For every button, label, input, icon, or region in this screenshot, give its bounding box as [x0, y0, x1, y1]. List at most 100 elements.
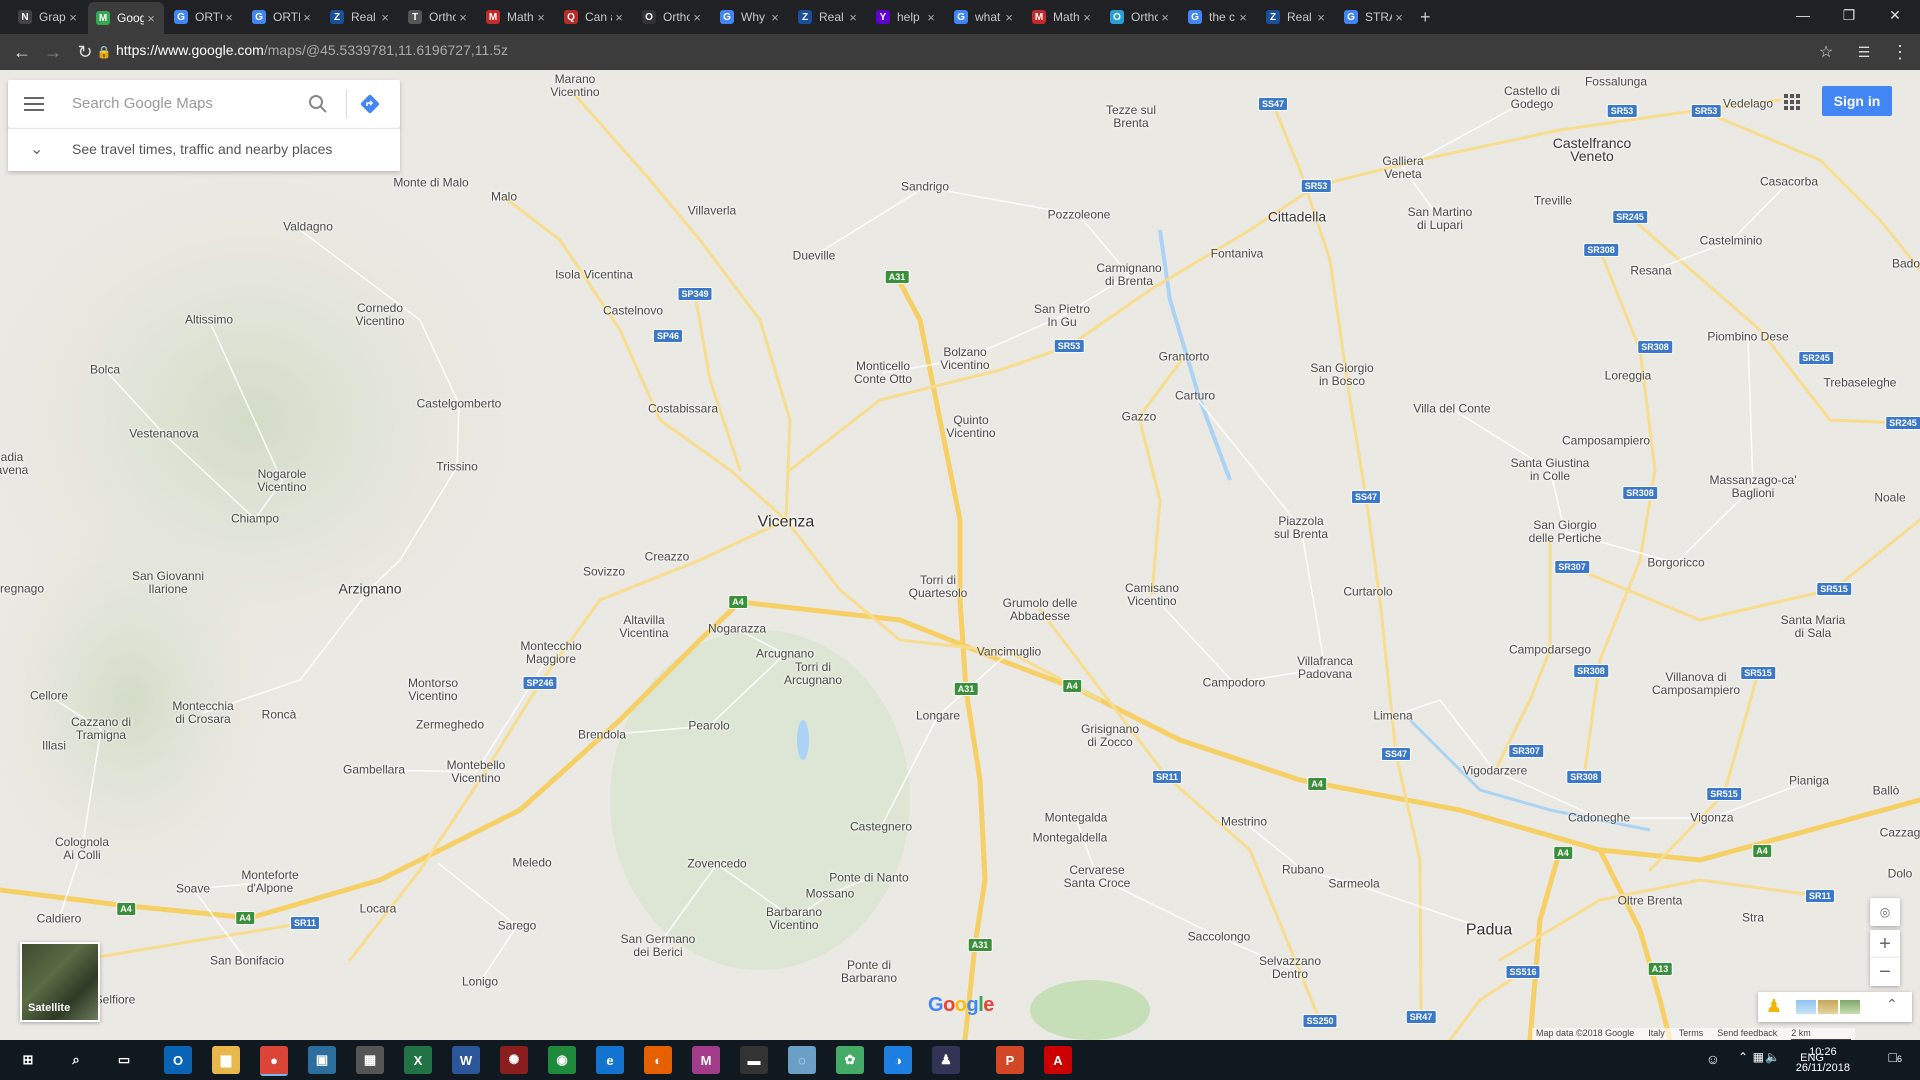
close-tab-icon[interactable]: × — [1002, 10, 1016, 25]
place-label[interactable]: Limena — [1373, 709, 1412, 723]
place-label[interactable]: Creazzo — [645, 550, 690, 564]
place-label[interactable]: Bolca — [90, 363, 120, 377]
browser-tab[interactable]: Q Can a× — [556, 4, 632, 30]
place-label[interactable]: San Giovanni Ilarione — [132, 570, 204, 596]
task-view-icon[interactable]: ▭ — [110, 1046, 138, 1074]
chrome-menu-icon[interactable]: ⋮ — [1888, 40, 1912, 64]
chevron-down-icon[interactable]: ⌄ — [30, 139, 43, 159]
place-label[interactable]: San Bonifacio — [210, 954, 284, 968]
place-label[interactable]: Trissino — [436, 460, 478, 474]
place-label[interactable]: Campodoro — [1203, 676, 1266, 690]
place-label[interactable]: Montegalda — [1045, 811, 1108, 825]
extension-icon[interactable]: ☰ — [1852, 40, 1876, 64]
close-tab-icon[interactable]: × — [690, 10, 704, 25]
place-label[interactable]: Montegaldella — [1033, 831, 1108, 845]
place-label[interactable]: Isola Vicentina — [555, 268, 633, 282]
place-label[interactable]: Vigonza — [1690, 811, 1733, 825]
menu-button[interactable] — [24, 94, 46, 114]
place-label[interactable]: Cervarese Santa Croce — [1064, 864, 1131, 890]
outlook-icon[interactable]: O — [164, 1046, 192, 1074]
place-label[interactable]: Treville — [1534, 194, 1572, 208]
browser-tab[interactable]: G Why × — [712, 4, 788, 30]
zoom-out-button[interactable]: − — [1870, 958, 1900, 986]
place-label[interactable]: Castegnero — [850, 820, 912, 834]
apps-grid-icon[interactable] — [1782, 92, 1802, 112]
place-label[interactable]: Selfiore — [95, 993, 136, 1007]
country-link[interactable]: Italy — [1648, 1028, 1665, 1040]
browser-tab[interactable]: Gwhat × — [946, 4, 1022, 30]
place-label[interactable]: adia avena — [0, 451, 28, 477]
edge-icon[interactable]: e — [596, 1046, 624, 1074]
photo-thumb[interactable] — [1796, 1000, 1816, 1014]
place-label[interactable]: Mossano — [806, 887, 855, 901]
place-label[interactable]: Torri di Quartesolo — [909, 574, 968, 600]
place-label[interactable]: Altissimo — [185, 313, 233, 327]
place-label[interactable]: Zovencedo — [687, 857, 746, 871]
place-label[interactable]: Illasi — [42, 739, 66, 753]
place-label[interactable]: Castelnovo — [603, 304, 663, 318]
close-tab-icon[interactable]: × — [1158, 10, 1172, 25]
map-canvas[interactable]: Marano Vicentino Tezze sul Brenta Castello… — [0, 70, 1920, 1040]
place-label[interactable]: Fontaniva — [1211, 247, 1264, 261]
place-label[interactable]: Montebello Vicentino — [447, 759, 506, 785]
place-label[interactable]: Quinto Vicentino — [946, 414, 995, 440]
place-label[interactable]: San Giorgio delle Pertiche — [1529, 519, 1602, 545]
place-label[interactable]: Galliera Veneta — [1382, 155, 1423, 181]
send-feedback-link[interactable]: Send feedback — [1717, 1028, 1777, 1040]
place-label[interactable]: Marano Vicentino — [550, 73, 599, 99]
browser-tab[interactable]: N Grapl × — [10, 4, 86, 30]
pegman-icon[interactable]: ♟ — [1764, 996, 1784, 1018]
place-label[interactable]: Cornedo Vicentino — [355, 302, 404, 328]
place-label[interactable]: Piazzola sul Brenta — [1274, 515, 1328, 541]
place-label[interactable]: Borgoricco — [1647, 556, 1704, 570]
place-label[interactable]: Caldiero — [37, 912, 82, 926]
place-label[interactable]: San Germano dei Berici — [621, 933, 696, 959]
browser-tab[interactable]: Gthe c × — [1180, 4, 1256, 30]
place-label[interactable]: Grisignano di Zocco — [1081, 723, 1139, 749]
place-label[interactable]: Costabissara — [648, 402, 718, 416]
place-label[interactable]: Altavilla Vicentina — [619, 614, 668, 640]
back-button[interactable]: ← — [10, 40, 34, 64]
place-label[interactable]: Vestenanova — [129, 427, 198, 441]
app-icon[interactable]: ♟ — [932, 1046, 960, 1074]
chevron-up-icon[interactable]: ⌃ — [1886, 996, 1898, 1013]
place-label[interactable]: Dueville — [793, 249, 836, 263]
place-label[interactable]: Castello di Godego — [1504, 85, 1560, 111]
place-label[interactable]: Villanova di Camposampiero — [1652, 671, 1740, 697]
scale-bar[interactable]: 2 km — [1791, 1028, 1851, 1040]
close-tab-icon[interactable]: × — [768, 10, 782, 25]
place-label[interactable]: Castelfranco Veneto — [1553, 136, 1632, 163]
place-label[interactable]: Selvazzano Dentro — [1259, 955, 1321, 981]
place-label[interactable]: Arzignano — [338, 582, 401, 596]
close-tab-icon[interactable]: × — [222, 10, 236, 25]
network-icon[interactable]: ▦ — [1753, 1050, 1764, 1064]
place-label[interactable]: Padua — [1466, 922, 1512, 938]
place-label[interactable]: Santa Giustina in Colle — [1511, 457, 1590, 483]
place-label[interactable]: Stra — [1742, 911, 1764, 925]
chrome-icon[interactable]: ● — [260, 1046, 288, 1076]
place-label[interactable]: Arcugnano — [756, 647, 814, 661]
satellite-toggle[interactable]: Satellite — [20, 942, 100, 1022]
close-tab-icon[interactable]: × — [534, 10, 548, 25]
place-label[interactable]: Camposampiero — [1562, 434, 1650, 448]
place-label[interactable]: Vancimuglio — [977, 645, 1041, 659]
place-label[interactable]: San Giorgio in Bosco — [1310, 362, 1373, 388]
calculator-icon[interactable]: ▦ — [356, 1046, 384, 1074]
place-label[interactable]: San Martino di Lupari — [1408, 206, 1473, 232]
search-input[interactable] — [70, 94, 294, 113]
close-tab-icon[interactable]: × — [846, 10, 860, 25]
place-label[interactable]: Villa del Conte — [1413, 402, 1490, 416]
browser-tab[interactable]: Z Real l× — [1258, 4, 1334, 30]
place-label[interactable]: Montorso Vicentino — [408, 677, 458, 703]
browser-tab[interactable]: Z Real l× — [790, 4, 866, 30]
place-label[interactable]: Ballò — [1873, 784, 1900, 798]
place-label[interactable]: Pozzoleone — [1048, 208, 1111, 222]
place-label[interactable]: Villafranca Padovana — [1297, 655, 1353, 681]
place-label[interactable]: Camisano Vicentino — [1125, 582, 1179, 608]
place-label[interactable]: Bado — [1892, 257, 1920, 271]
maximize-button[interactable]: ❐ — [1826, 0, 1872, 30]
place-label[interactable]: Roncà — [262, 708, 297, 722]
search-icon[interactable] — [306, 92, 330, 116]
people-icon[interactable]: ☺ — [1706, 1051, 1720, 1067]
place-label[interactable]: Ponte di Nanto — [829, 871, 908, 885]
